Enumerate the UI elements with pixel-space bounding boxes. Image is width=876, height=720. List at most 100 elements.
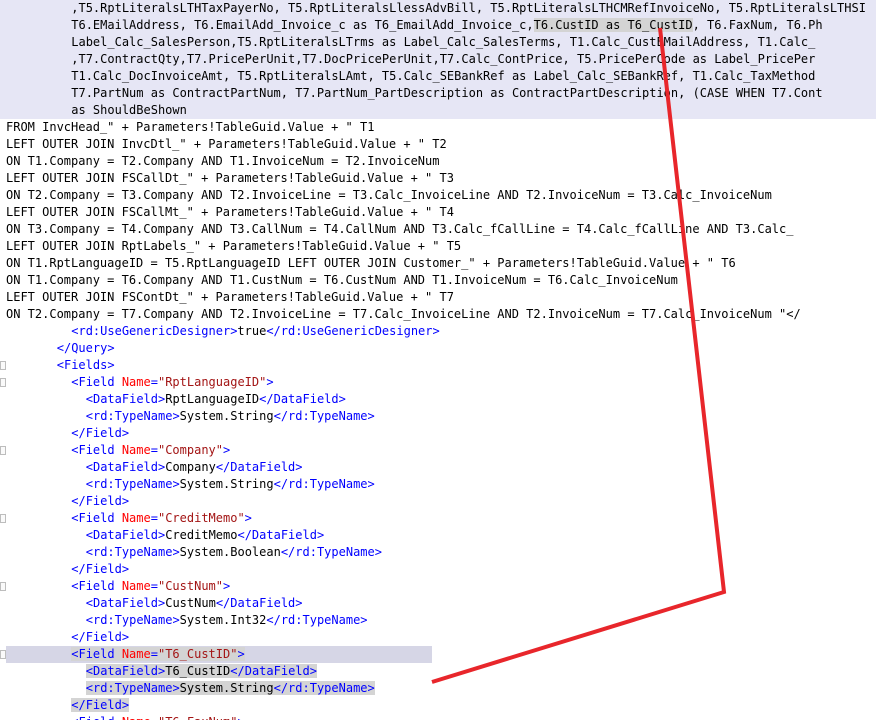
code-line: <Field Name="Company"> <box>0 442 876 459</box>
code-line: LEFT OUTER JOIN InvcDtl_" + Parameters!T… <box>0 136 876 153</box>
code-text-token: T1.Calc_DocInvoiceAmt, T5.RptLiteralsLAm… <box>71 69 816 83</box>
code-tag-token: <DataField> <box>85 460 166 474</box>
code-text-token: Company <box>165 460 216 474</box>
code-line: ON T1.RptLanguageID = T5.RptLanguageID L… <box>0 255 876 272</box>
code-line: ON T2.Company = T3.Company AND T2.Invoic… <box>0 187 876 204</box>
code-tag-token: </Field> <box>71 562 130 576</box>
code-text-token: System.Boolean <box>179 545 281 559</box>
code-tag-token: </DataField> <box>215 596 303 610</box>
code-line: T6.EMailAddress, T6.EmailAdd_Invoice_c a… <box>0 17 876 34</box>
code-tag-token: </Field> <box>71 698 130 712</box>
code-tag-token: </rd:UseGenericDesigner> <box>266 324 440 338</box>
code-line: ON T1.Company = T2.Company AND T1.Invoic… <box>0 153 876 170</box>
code-text-token: LEFT OUTER JOIN RptLabels_" + Parameters… <box>6 239 462 253</box>
code-line: ON T1.Company = T6.Company AND T1.CustNu… <box>0 272 876 289</box>
code-text-token: LEFT OUTER JOIN InvcDtl_" + Parameters!T… <box>6 137 447 151</box>
code-tag-token: </Field> <box>71 494 130 508</box>
code-line: LEFT OUTER JOIN FSContDt_" + Parameters!… <box>0 289 876 306</box>
code-line: <DataField>CustNum</DataField> <box>0 595 876 612</box>
code-line: </Field> <box>0 561 876 578</box>
code-text-token: LEFT OUTER JOIN FSCallDt_" + Parameters!… <box>6 171 454 185</box>
code-tag-token: = <box>150 443 158 457</box>
code-text-token: T7.PartNum as ContractPartNum, T7.PartNu… <box>71 86 823 100</box>
code-line: <Fields> <box>0 357 876 374</box>
code-line: <Field Name="RptLanguageID"> <box>0 374 876 391</box>
code-tag-token: <Field <box>71 715 122 720</box>
code-line: <Field Name="T6_FaxNum"> <box>0 714 876 720</box>
code-val-token: "CustNum" <box>157 579 223 593</box>
code-tag-token: <rd:TypeName> <box>85 409 180 423</box>
code-line: <rd:TypeName>System.Int32</rd:TypeName> <box>0 612 876 629</box>
code-tag-token: <DataField> <box>85 596 166 610</box>
code-line: </Field> <box>0 697 876 714</box>
selected-text: T6.CustID as T6_CustID <box>533 18 693 32</box>
code-line: FROM InvcHead_" + Parameters!TableGuid.V… <box>0 119 876 136</box>
code-tag-token: </rd:TypeName> <box>273 477 375 491</box>
code-tag-token: <Field <box>71 443 122 457</box>
code-tag-token: </rd:TypeName> <box>266 613 368 627</box>
code-line: <rd:TypeName>System.Boolean</rd:TypeName… <box>0 544 876 561</box>
code-text-token: RptLanguageID <box>165 392 260 406</box>
code-line: <Field Name="CustNum"> <box>0 578 876 595</box>
code-attr-token: Name <box>122 715 151 720</box>
code-val-token: "RptLanguageID" <box>157 375 267 389</box>
code-attr-token: Name <box>121 647 151 661</box>
code-text-token: System.String <box>179 681 274 695</box>
code-text-token: ,T7.ContractQty,T7.PricePerUnit,T7.DocPr… <box>71 52 816 66</box>
code-text-token: true <box>237 324 267 338</box>
code-tag-token: </DataField> <box>259 392 346 406</box>
code-tag-token: </Field> <box>71 426 130 440</box>
code-tag-token: </DataField> <box>237 528 325 542</box>
code-tag-token: = <box>150 511 158 525</box>
code-val-token: "T6_FaxNum" <box>158 715 237 720</box>
code-line: ,T5.RptLiteralsLTHTaxPayerNo, T5.RptLite… <box>0 0 876 17</box>
code-line: <rd:TypeName>System.String</rd:TypeName> <box>0 476 876 493</box>
code-tag-token: > <box>223 443 231 457</box>
code-tag-token: </DataField> <box>230 664 317 678</box>
code-line: T7.PartNum as ContractPartNum, T7.PartNu… <box>0 85 876 102</box>
code-text-token: System.Int32 <box>179 613 267 627</box>
code-tag-token: <DataField> <box>85 664 166 678</box>
code-tag-token: <Fields> <box>56 358 115 372</box>
code-line: <rd:UseGenericDesigner>true</rd:UseGener… <box>0 323 876 340</box>
code-line: LEFT OUTER JOIN FSCallMt_" + Parameters!… <box>0 204 876 221</box>
code-tag-token: = <box>150 647 158 661</box>
code-tag-token: <DataField> <box>85 392 166 406</box>
code-text-token: ON T3.Company = T4.Company AND T3.CallNu… <box>6 222 794 236</box>
code-text-token: ,T5.RptLiteralsLTHTaxPayerNo, T5.RptLite… <box>71 1 866 15</box>
code-val-token: "Company" <box>157 443 223 457</box>
code-line: Label_Calc_SalesPerson,T5.RptLiteralsLTr… <box>0 34 876 51</box>
code-val-token: "CreditMemo" <box>157 511 245 525</box>
code-tag-token: </rd:TypeName> <box>273 681 375 695</box>
code-tag-token: <rd:TypeName> <box>85 545 180 559</box>
code-tag-token: = <box>151 715 158 720</box>
code-line: </Field> <box>0 629 876 646</box>
code-text-token: , T6.FaxNum, T6.Ph <box>692 18 823 32</box>
code-editor[interactable]: ,T5.RptLiteralsLTHTaxPayerNo, T5.RptLite… <box>0 0 876 720</box>
code-text-token: ON T2.Company = T3.Company AND T2.Invoic… <box>6 188 772 202</box>
code-line: <DataField>Company</DataField> <box>0 459 876 476</box>
code-text-token: T6.EMailAddress, T6.EmailAdd_Invoice_c a… <box>71 18 534 32</box>
code-tag-token: <DataField> <box>85 528 166 542</box>
code-text-token: System.String <box>179 409 274 423</box>
code-tag-token: <Field <box>71 511 122 525</box>
code-text-token: ON T1.RptLanguageID = T5.RptLanguageID L… <box>6 256 736 270</box>
code-text-token: CustNum <box>165 596 216 610</box>
code-tag-token: = <box>150 579 158 593</box>
code-line: LEFT OUTER JOIN RptLabels_" + Parameters… <box>0 238 876 255</box>
code-tag-token: </rd:TypeName> <box>280 545 382 559</box>
code-attr-token: Name <box>121 375 151 389</box>
code-text-token: T6_CustID <box>165 664 231 678</box>
code-tag-token: > <box>266 375 274 389</box>
code-line: </Field> <box>0 425 876 442</box>
code-text-token: as ShouldBeShown <box>71 103 187 117</box>
code-tag-token: <Field <box>71 647 122 661</box>
code-line: as ShouldBeShown <box>0 102 876 119</box>
code-text-token: System.String <box>179 477 274 491</box>
code-tag-token: > <box>237 715 244 720</box>
code-line: ,T7.ContractQty,T7.PricePerUnit,T7.DocPr… <box>0 51 876 68</box>
code-line: LEFT OUTER JOIN FSCallDt_" + Parameters!… <box>0 170 876 187</box>
code-text-token: ON T1.Company = T2.Company AND T1.Invoic… <box>6 154 440 168</box>
code-attr-token: Name <box>121 579 151 593</box>
code-attr-token: Name <box>121 443 151 457</box>
